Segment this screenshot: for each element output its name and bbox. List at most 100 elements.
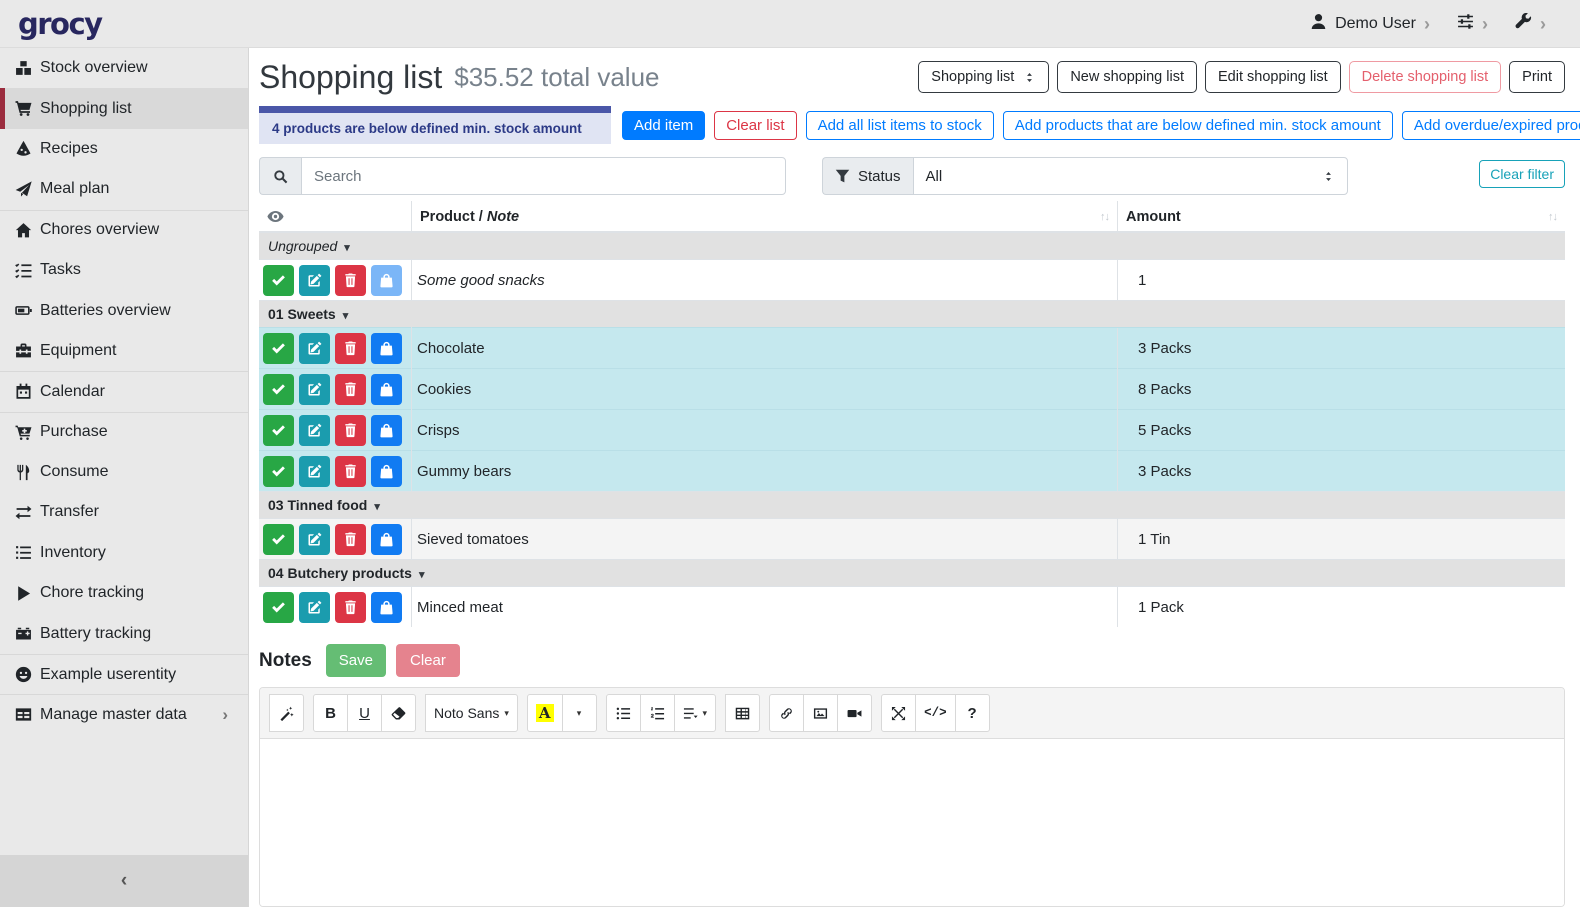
add-item-button[interactable]: Add item bbox=[622, 111, 705, 140]
amount-column-header[interactable]: Amount ↑↓ bbox=[1118, 201, 1566, 232]
mark-done-button[interactable] bbox=[263, 374, 294, 405]
sidebar-item-battery-tracking[interactable]: Battery tracking bbox=[0, 613, 248, 653]
edit-item-button[interactable] bbox=[299, 524, 330, 555]
add-to-stock-button[interactable] bbox=[371, 415, 402, 446]
sidebar-item-example-userentity[interactable]: Example userentity bbox=[0, 654, 248, 694]
sidebar-item-meal-plan[interactable]: Meal plan bbox=[0, 169, 248, 209]
edit-item-button[interactable] bbox=[299, 333, 330, 364]
insert-video-button[interactable] bbox=[837, 694, 872, 732]
sidebar-item-inventory[interactable]: Inventory bbox=[0, 533, 248, 573]
delete-item-button[interactable] bbox=[335, 592, 366, 623]
sidebar-item-chores-overview[interactable]: Chores overview bbox=[0, 210, 248, 250]
user-menu[interactable]: Demo User › bbox=[1310, 13, 1430, 35]
status-select[interactable]: All bbox=[913, 157, 1348, 195]
unordered-list-button[interactable] bbox=[606, 694, 641, 732]
insert-link-button[interactable] bbox=[769, 694, 804, 732]
admin-menu[interactable]: › bbox=[1515, 13, 1546, 35]
notes-save-button[interactable]: Save bbox=[326, 644, 386, 677]
text-color-button[interactable]: A bbox=[527, 694, 563, 732]
insert-table-button[interactable] bbox=[725, 694, 760, 732]
delete-item-button[interactable] bbox=[335, 524, 366, 555]
add-to-stock-button[interactable] bbox=[371, 374, 402, 405]
paragraph-button[interactable]: ▾ bbox=[674, 694, 717, 732]
add-all-to-stock-button[interactable]: Add all list items to stock bbox=[806, 111, 994, 140]
bold-button[interactable]: B bbox=[313, 694, 348, 732]
sidebar-item-calendar[interactable]: Calendar bbox=[0, 371, 248, 411]
sidebar-item-purchase[interactable]: Purchase bbox=[0, 412, 248, 452]
sidebar-item-label: Transfer bbox=[40, 503, 99, 521]
sidebar-item-tasks[interactable]: Tasks bbox=[0, 250, 248, 290]
sidebar-collapse-button[interactable]: ‹ bbox=[0, 855, 248, 907]
sidebar-item-transfer[interactable]: Transfer bbox=[0, 492, 248, 532]
print-button[interactable]: Print bbox=[1509, 61, 1565, 93]
style-button[interactable] bbox=[269, 694, 304, 732]
mark-done-button[interactable] bbox=[263, 265, 294, 296]
mark-done-button[interactable] bbox=[263, 592, 294, 623]
group-header-03-tinned-food[interactable]: 03 Tinned food▾ bbox=[259, 492, 1565, 519]
new-shopping-list-button[interactable]: New shopping list bbox=[1057, 61, 1197, 93]
underline-button[interactable]: U bbox=[347, 694, 382, 732]
edit-item-button[interactable] bbox=[299, 456, 330, 487]
mark-done-button[interactable] bbox=[263, 456, 294, 487]
delete-item-button[interactable] bbox=[335, 456, 366, 487]
shopping-list-select[interactable]: Shopping list bbox=[918, 61, 1049, 93]
help-button[interactable]: ? bbox=[955, 694, 990, 732]
sidebar-item-chore-tracking[interactable]: Chore tracking bbox=[0, 573, 248, 613]
edit-shopping-list-button[interactable]: Edit shopping list bbox=[1205, 61, 1341, 93]
select-arrows-icon bbox=[1322, 170, 1335, 183]
add-to-stock-button[interactable] bbox=[371, 524, 402, 555]
chevron-right-icon: › bbox=[1540, 15, 1546, 33]
add-overdue-button[interactable]: Add overdue/expired products bbox=[1402, 111, 1580, 140]
delete-item-button[interactable] bbox=[335, 415, 366, 446]
add-to-stock-button[interactable] bbox=[371, 592, 402, 623]
group-header-04-butchery-products[interactable]: 04 Butchery products▾ bbox=[259, 560, 1565, 587]
sidebar-item-batteries-overview[interactable]: Batteries overview bbox=[0, 290, 248, 330]
below-min-stock-alert[interactable]: 4 products are below defined min. stock … bbox=[259, 106, 611, 144]
wrench-icon bbox=[1515, 13, 1532, 35]
delete-item-button[interactable] bbox=[335, 265, 366, 296]
add-to-stock-button[interactable] bbox=[371, 456, 402, 487]
clear-list-button[interactable]: Clear list bbox=[714, 111, 796, 140]
chevron-right-icon: › bbox=[222, 705, 228, 725]
mark-done-button[interactable] bbox=[263, 333, 294, 364]
add-to-stock-button[interactable] bbox=[371, 265, 402, 296]
group-header-ungrouped[interactable]: Ungrouped▾ bbox=[259, 232, 1565, 260]
mark-done-button[interactable] bbox=[263, 524, 294, 555]
font-family-button[interactable]: Noto Sans▾ bbox=[425, 694, 518, 732]
add-below-min-stock-button[interactable]: Add products that are below defined min.… bbox=[1003, 111, 1393, 140]
grocy-logo[interactable]: grocy bbox=[18, 7, 102, 41]
delete-shopping-list-button[interactable]: Delete shopping list bbox=[1349, 61, 1502, 93]
settings-menu[interactable]: › bbox=[1457, 13, 1488, 35]
insert-picture-button[interactable] bbox=[803, 694, 838, 732]
ordered-list-button[interactable] bbox=[640, 694, 675, 732]
sidebar-item-shopping-list[interactable]: Shopping list bbox=[0, 88, 248, 128]
smiley-icon bbox=[15, 666, 40, 683]
product-column-header[interactable]: Product / Note ↑↓ bbox=[412, 201, 1118, 232]
editor-content[interactable] bbox=[260, 739, 1564, 906]
fullscreen-button[interactable] bbox=[881, 694, 916, 732]
edit-item-button[interactable] bbox=[299, 415, 330, 446]
sidebar-item-stock-overview[interactable]: Stock overview bbox=[0, 48, 248, 88]
home-icon bbox=[15, 222, 40, 239]
sidebar-item-consume[interactable]: Consume bbox=[0, 452, 248, 492]
search-input[interactable] bbox=[301, 157, 786, 195]
code-view-button[interactable]: </> bbox=[915, 694, 956, 732]
notes-clear-button[interactable]: Clear bbox=[396, 644, 460, 677]
mark-done-button[interactable] bbox=[263, 415, 294, 446]
delete-item-button[interactable] bbox=[335, 374, 366, 405]
sidebar-item-manage-master-data[interactable]: Manage master data › bbox=[0, 694, 248, 734]
sidebar-item-recipes[interactable]: Recipes bbox=[0, 129, 248, 169]
text-color-dropdown[interactable]: ▾ bbox=[562, 694, 597, 732]
group-header-01-sweets[interactable]: 01 Sweets▾ bbox=[259, 301, 1565, 328]
add-to-stock-button[interactable] bbox=[371, 333, 402, 364]
sidebar-item-equipment[interactable]: Equipment bbox=[0, 331, 248, 371]
edit-item-button[interactable] bbox=[299, 265, 330, 296]
clear-filter-button[interactable]: Clear filter bbox=[1479, 160, 1565, 188]
product-name: Minced meat bbox=[417, 599, 503, 616]
edit-item-button[interactable] bbox=[299, 374, 330, 405]
edit-item-button[interactable] bbox=[299, 592, 330, 623]
visibility-column-header[interactable] bbox=[259, 201, 412, 232]
sidebar-item-label: Manage master data bbox=[40, 706, 187, 724]
delete-item-button[interactable] bbox=[335, 333, 366, 364]
clear-formatting-button[interactable] bbox=[381, 694, 416, 732]
